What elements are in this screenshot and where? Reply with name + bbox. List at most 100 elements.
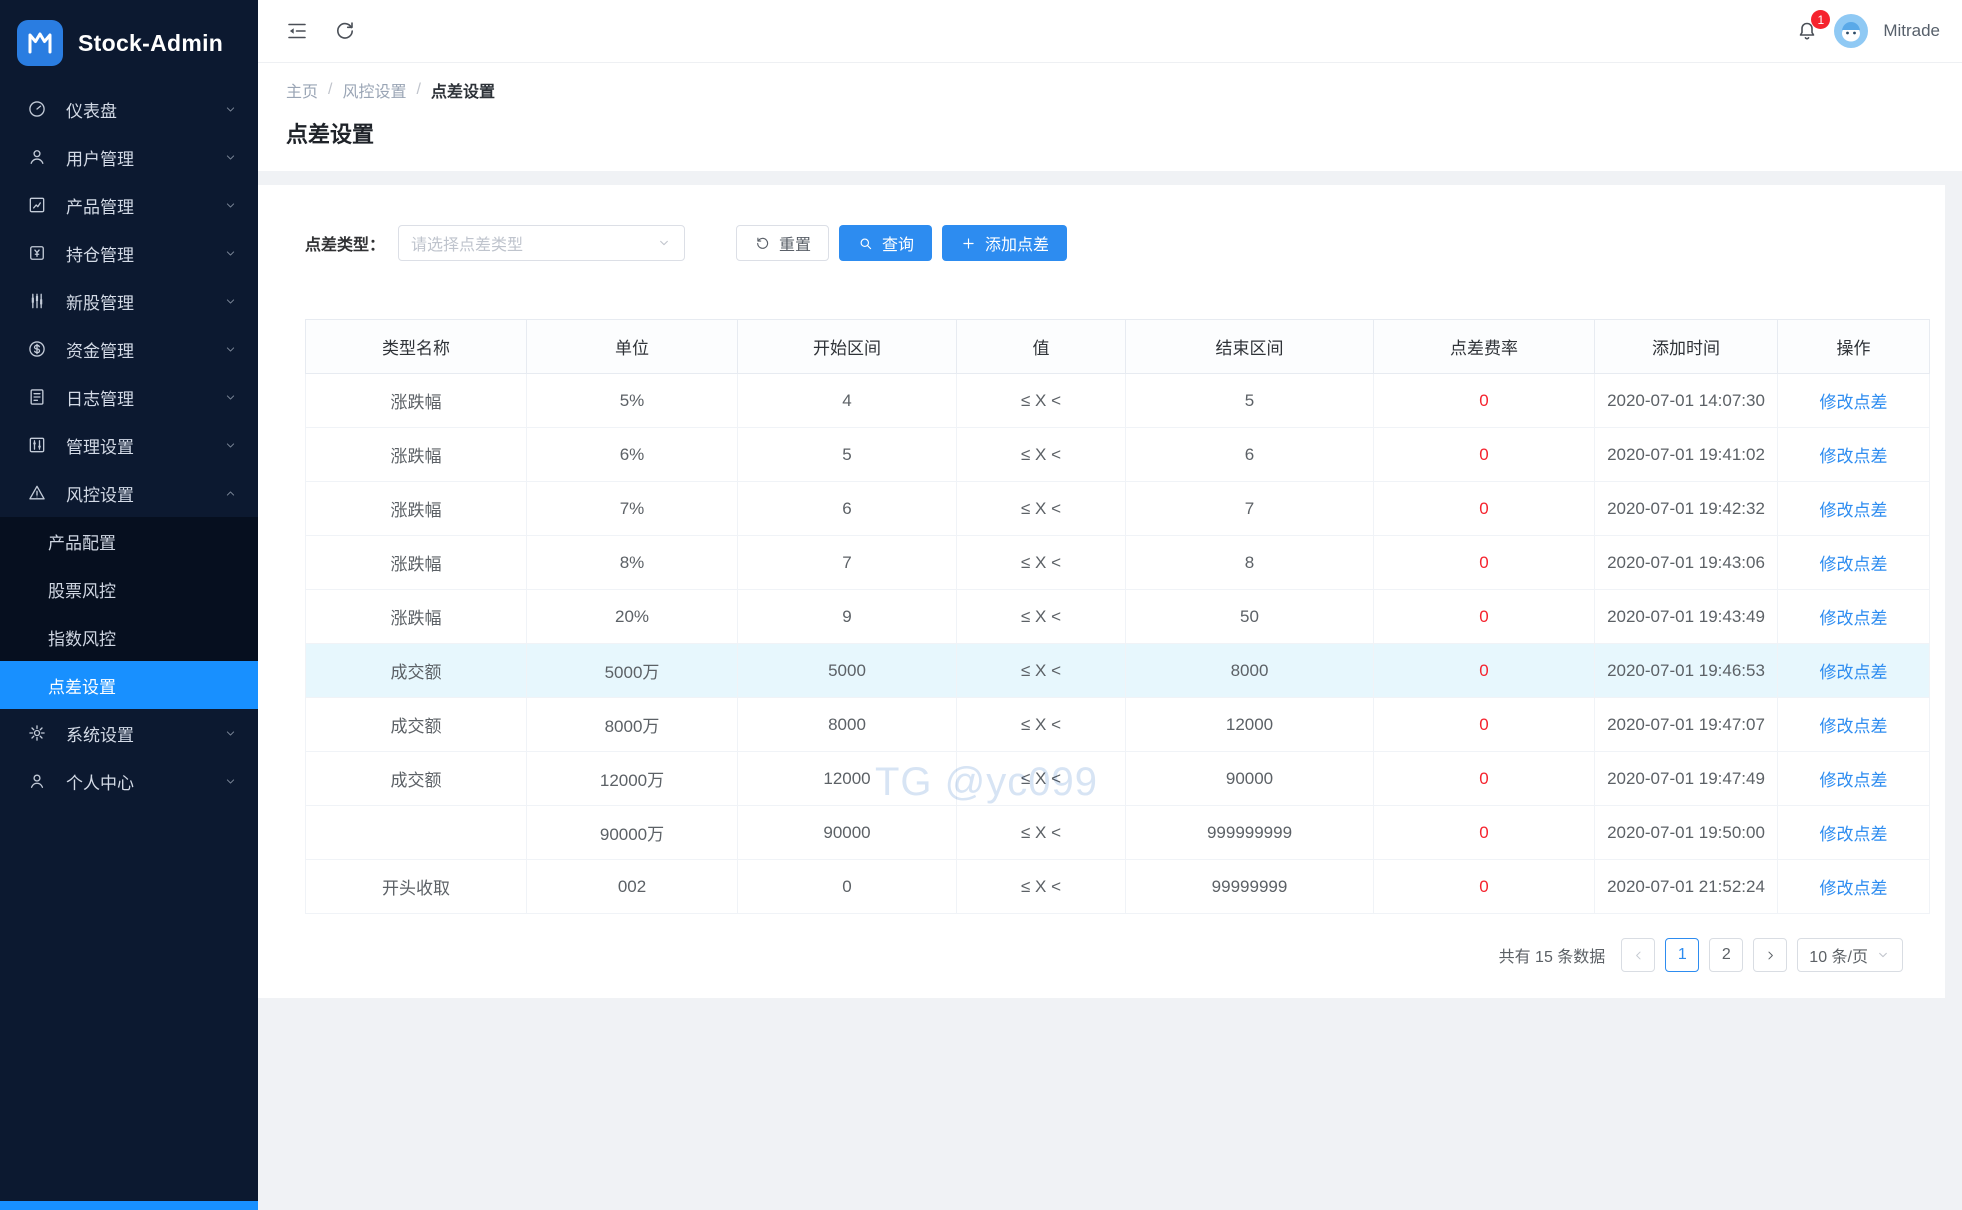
page-head: 主页 / 风控设置 / 点差设置 点差设置 [258,63,1962,171]
cell-action: 修改点差 [1777,805,1930,860]
sidebar-item-2[interactable]: 产品管理 [0,181,258,229]
topbar-right: 1 Mitrade [1795,10,1940,48]
cell-unit: 6% [526,427,738,482]
plus-icon [960,235,977,252]
spread-type-select[interactable]: 请选择点差类型 [398,225,686,261]
add-spread-button[interactable]: 添加点差 [942,225,1068,261]
sidebar-item-0[interactable]: 仪表盘 [0,85,258,133]
sidebar-item-label: 日志管理 [66,389,134,409]
sidebar-item-10[interactable]: 个人中心 [0,757,258,805]
cell-type_name: 涨跌幅 [305,589,527,644]
cell-time: 2020-07-01 19:50:00 [1594,805,1778,860]
sidebar-item-4[interactable]: 新股管理 [0,277,258,325]
table-row: 成交额 8000万 8000 ≤ X <12000 0 2020-07-01 19:47:… [305,697,1930,752]
table-row: 涨跌幅 20% 9 ≤ X <50 0 2020-07-01 19:43:49 修改点差 [305,589,1930,644]
table-row: 成交额 5000万 5000 ≤ X <8000 0 2020-07-01 19:46:5… [305,643,1930,698]
search-icon [857,235,874,252]
column-header: 值 [956,319,1126,374]
pagination-next-button[interactable] [1753,938,1788,972]
page-size-select[interactable]: 10 条/页 [1797,938,1903,972]
column-header: 点差费率 [1373,319,1595,374]
reset-button-label: 重置 [779,237,812,254]
modify-spread-link[interactable]: 修改点差 [1820,555,1888,574]
cell-fee: 0 [1373,751,1595,806]
system-settings-icon [27,723,47,743]
avatar[interactable] [1834,14,1869,48]
reset-button[interactable]: 重置 [736,225,830,261]
sidebar-item-label: 产品管理 [66,197,134,217]
sidebar-bottom-scrollbar[interactable] [0,1201,258,1210]
users-icon [27,147,47,167]
cell-end: 50 [1125,589,1374,644]
cell-value: ≤ X < [956,643,1126,698]
modify-spread-link[interactable]: 修改点差 [1820,501,1888,520]
breadcrumb-home[interactable]: 主页 [286,78,318,102]
cell-time: 2020-07-01 19:43:49 [1594,589,1778,644]
cell-start: 12000 [737,751,957,806]
sidebar-item-6[interactable]: 日志管理 [0,373,258,421]
modify-spread-link[interactable]: 修改点差 [1820,825,1888,844]
sidebar-item-3[interactable]: 持仓管理 [0,229,258,277]
cell-unit: 7% [526,481,738,536]
pagination-prev-button[interactable] [1621,938,1656,972]
cell-action: 修改点差 [1777,643,1930,698]
sidebar-subitem-产品配置[interactable]: 产品配置 [0,517,258,565]
table-row: 开头收取 002 0 ≤ X <99999999 0 2020-07-01 21:52:2… [305,859,1930,914]
modify-spread-link[interactable]: 修改点差 [1820,879,1888,898]
cell-unit: 002 [526,859,738,914]
cell-type_name [305,805,527,860]
collapse-menu-icon[interactable] [285,19,309,43]
sidebar-item-9[interactable]: 系统设置 [0,709,258,757]
sidebar-subitem-股票风控[interactable]: 股票风控 [0,565,258,613]
cell-type_name: 成交额 [305,697,527,752]
search-button[interactable]: 查询 [839,225,933,261]
cell-start: 5000 [737,643,957,698]
pagination-total: 共有 15 条数据 [1498,949,1606,966]
app-title: Stock-Admin [78,29,224,56]
cell-action: 修改点差 [1777,427,1930,482]
sidebar-item-7[interactable]: 管理设置 [0,421,258,469]
modify-spread-link[interactable]: 修改点差 [1820,771,1888,790]
modify-spread-link[interactable]: 修改点差 [1820,447,1888,466]
column-header: 类型名称 [305,319,527,374]
sidebar-item-1[interactable]: 用户管理 [0,133,258,181]
cell-time: 2020-07-01 21:52:24 [1594,859,1778,914]
sidebar-item-label: 持仓管理 [66,245,134,265]
cell-value: ≤ X < [956,481,1126,536]
cell-start: 90000 [737,805,957,860]
modify-spread-link[interactable]: 修改点差 [1820,609,1888,628]
sidebar-subitem-指数风控[interactable]: 指数风控 [0,613,258,661]
app-logo[interactable]: Stock-Admin [0,0,258,85]
sidebar-item-label: 管理设置 [66,437,134,457]
table-row: 涨跌幅 8% 7 ≤ X <8 0 2020-07-01 19:43:06 修改点差 [305,535,1930,590]
sidebar-subitem-点差设置[interactable]: 点差设置 [0,661,258,709]
spread-table: 类型名称 单位 开始区间值结束区间 点差费率 添加时间 操作 涨跌幅 5% 4 ≤ X <5 0 2… [305,319,1930,914]
refresh-icon[interactable] [333,19,357,43]
sidebar-item-8[interactable]: 风控设置 [0,469,258,517]
column-header: 单位 [526,319,738,374]
username: Mitrade [1883,21,1940,40]
cell-time: 2020-07-01 14:07:30 [1594,373,1778,428]
sidebar-item-5[interactable]: 资金管理 [0,325,258,373]
cell-type_name: 涨跌幅 [305,535,527,590]
pagination-page-2[interactable]: 2 [1709,938,1744,972]
profile-icon [27,771,47,791]
cell-start: 5 [737,427,957,482]
cell-start: 8000 [737,697,957,752]
breadcrumb-risk-settings[interactable]: 风控设置 [342,78,406,102]
cell-type_name: 开头收取 [305,859,527,914]
bell-icon[interactable]: 1 [1795,10,1831,43]
modify-spread-link[interactable]: 修改点差 [1820,663,1888,682]
cell-start: 4 [737,373,957,428]
risk-settings-icon [27,483,47,503]
modify-spread-link[interactable]: 修改点差 [1820,717,1888,736]
pagination-page-1[interactable]: 1 [1665,938,1700,972]
stock-logo-icon [17,20,63,66]
cell-action: 修改点差 [1777,535,1930,590]
modify-spread-link[interactable]: 修改点差 [1820,393,1888,412]
cell-end: 5 [1125,373,1374,428]
notification-badge: 1 [1811,10,1831,29]
cell-fee: 0 [1373,697,1595,752]
cell-end: 8 [1125,535,1374,590]
chevron-down-icon [223,198,238,213]
